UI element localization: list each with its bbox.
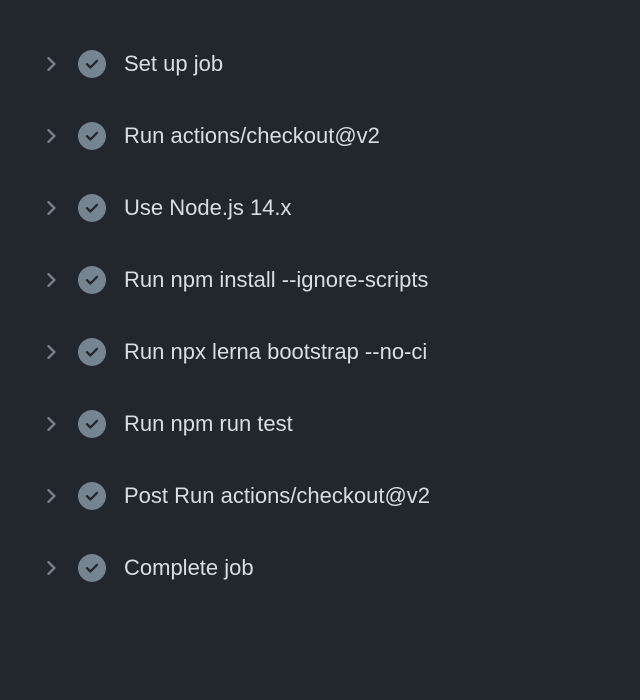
chevron-right-icon bbox=[44, 56, 60, 72]
workflow-step-row[interactable]: Run npx lerna bootstrap --no-ci bbox=[0, 316, 640, 388]
check-circle-icon bbox=[78, 338, 106, 366]
step-label: Complete job bbox=[124, 555, 254, 581]
workflow-step-row[interactable]: Set up job bbox=[0, 28, 640, 100]
step-label: Run npx lerna bootstrap --no-ci bbox=[124, 339, 427, 365]
workflow-step-row[interactable]: Post Run actions/checkout@v2 bbox=[0, 460, 640, 532]
check-circle-icon bbox=[78, 410, 106, 438]
chevron-right-icon bbox=[44, 416, 60, 432]
check-circle-icon bbox=[78, 194, 106, 222]
step-label: Use Node.js 14.x bbox=[124, 195, 292, 221]
check-circle-icon bbox=[78, 482, 106, 510]
chevron-right-icon bbox=[44, 344, 60, 360]
chevron-right-icon bbox=[44, 200, 60, 216]
step-label: Run actions/checkout@v2 bbox=[124, 123, 380, 149]
workflow-step-row[interactable]: Run actions/checkout@v2 bbox=[0, 100, 640, 172]
workflow-step-row[interactable]: Complete job bbox=[0, 532, 640, 604]
step-label: Post Run actions/checkout@v2 bbox=[124, 483, 430, 509]
chevron-right-icon bbox=[44, 128, 60, 144]
step-label: Run npm run test bbox=[124, 411, 293, 437]
workflow-step-row[interactable]: Run npm run test bbox=[0, 388, 640, 460]
check-circle-icon bbox=[78, 50, 106, 78]
check-circle-icon bbox=[78, 122, 106, 150]
chevron-right-icon bbox=[44, 272, 60, 288]
check-circle-icon bbox=[78, 266, 106, 294]
chevron-right-icon bbox=[44, 560, 60, 576]
step-label: Set up job bbox=[124, 51, 223, 77]
workflow-step-list: Set up job Run actions/checkout@v2 Use N… bbox=[0, 28, 640, 604]
chevron-right-icon bbox=[44, 488, 60, 504]
workflow-step-row[interactable]: Run npm install --ignore-scripts bbox=[0, 244, 640, 316]
step-label: Run npm install --ignore-scripts bbox=[124, 267, 428, 293]
workflow-step-row[interactable]: Use Node.js 14.x bbox=[0, 172, 640, 244]
check-circle-icon bbox=[78, 554, 106, 582]
